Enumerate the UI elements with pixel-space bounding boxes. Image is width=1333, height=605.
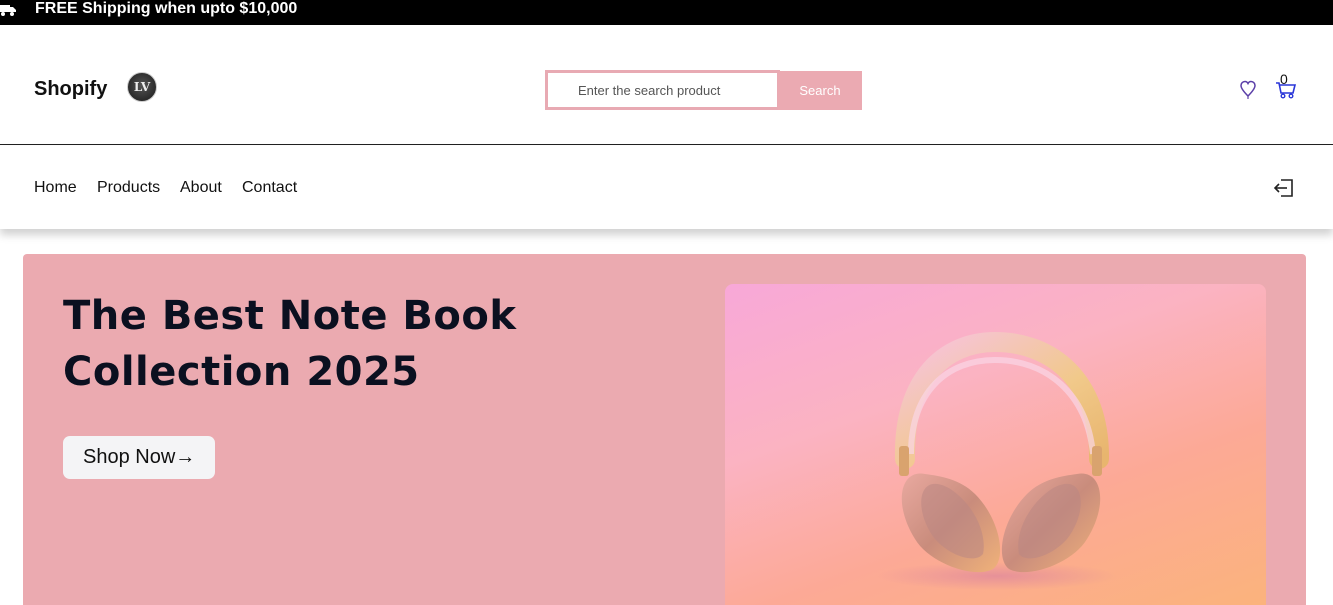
search-button[interactable]: Search: [778, 71, 862, 110]
brand-logo[interactable]: LV: [127, 72, 157, 102]
promo-text: FREE Shipping when upto $10,000: [35, 0, 298, 17]
promo-bar: FREE Shipping when upto $10,000: [0, 0, 1333, 25]
heart-icon[interactable]: [1239, 79, 1257, 99]
nav-contact[interactable]: Contact: [242, 179, 297, 197]
hero-title-line2: Collection 2025: [63, 349, 420, 395]
shop-now-button[interactable]: Shop Now→: [63, 436, 215, 479]
main-nav: Home Products About Contact: [0, 146, 1333, 229]
login-icon[interactable]: [1273, 178, 1295, 198]
nav-products[interactable]: Products: [97, 179, 160, 197]
logo-text: LV: [133, 80, 151, 94]
search-input[interactable]: [545, 70, 780, 110]
nav-about[interactable]: About: [180, 179, 222, 197]
hero-banner: The Best Note Book Collection 2025 Shop …: [23, 254, 1306, 605]
site-header: Shopify LV Search 0: [0, 25, 1333, 145]
cart-icon[interactable]: [1275, 71, 1297, 99]
nav-home[interactable]: Home: [34, 179, 77, 197]
hero-title: The Best Note Book Collection 2025: [63, 288, 583, 400]
truck-icon: [0, 5, 16, 16]
hero-title-line1: The Best Note Book: [63, 293, 517, 339]
headphones-illustration: [877, 331, 1117, 590]
headphones-image: [725, 284, 1266, 605]
brand-name[interactable]: Shopify: [34, 78, 107, 101]
